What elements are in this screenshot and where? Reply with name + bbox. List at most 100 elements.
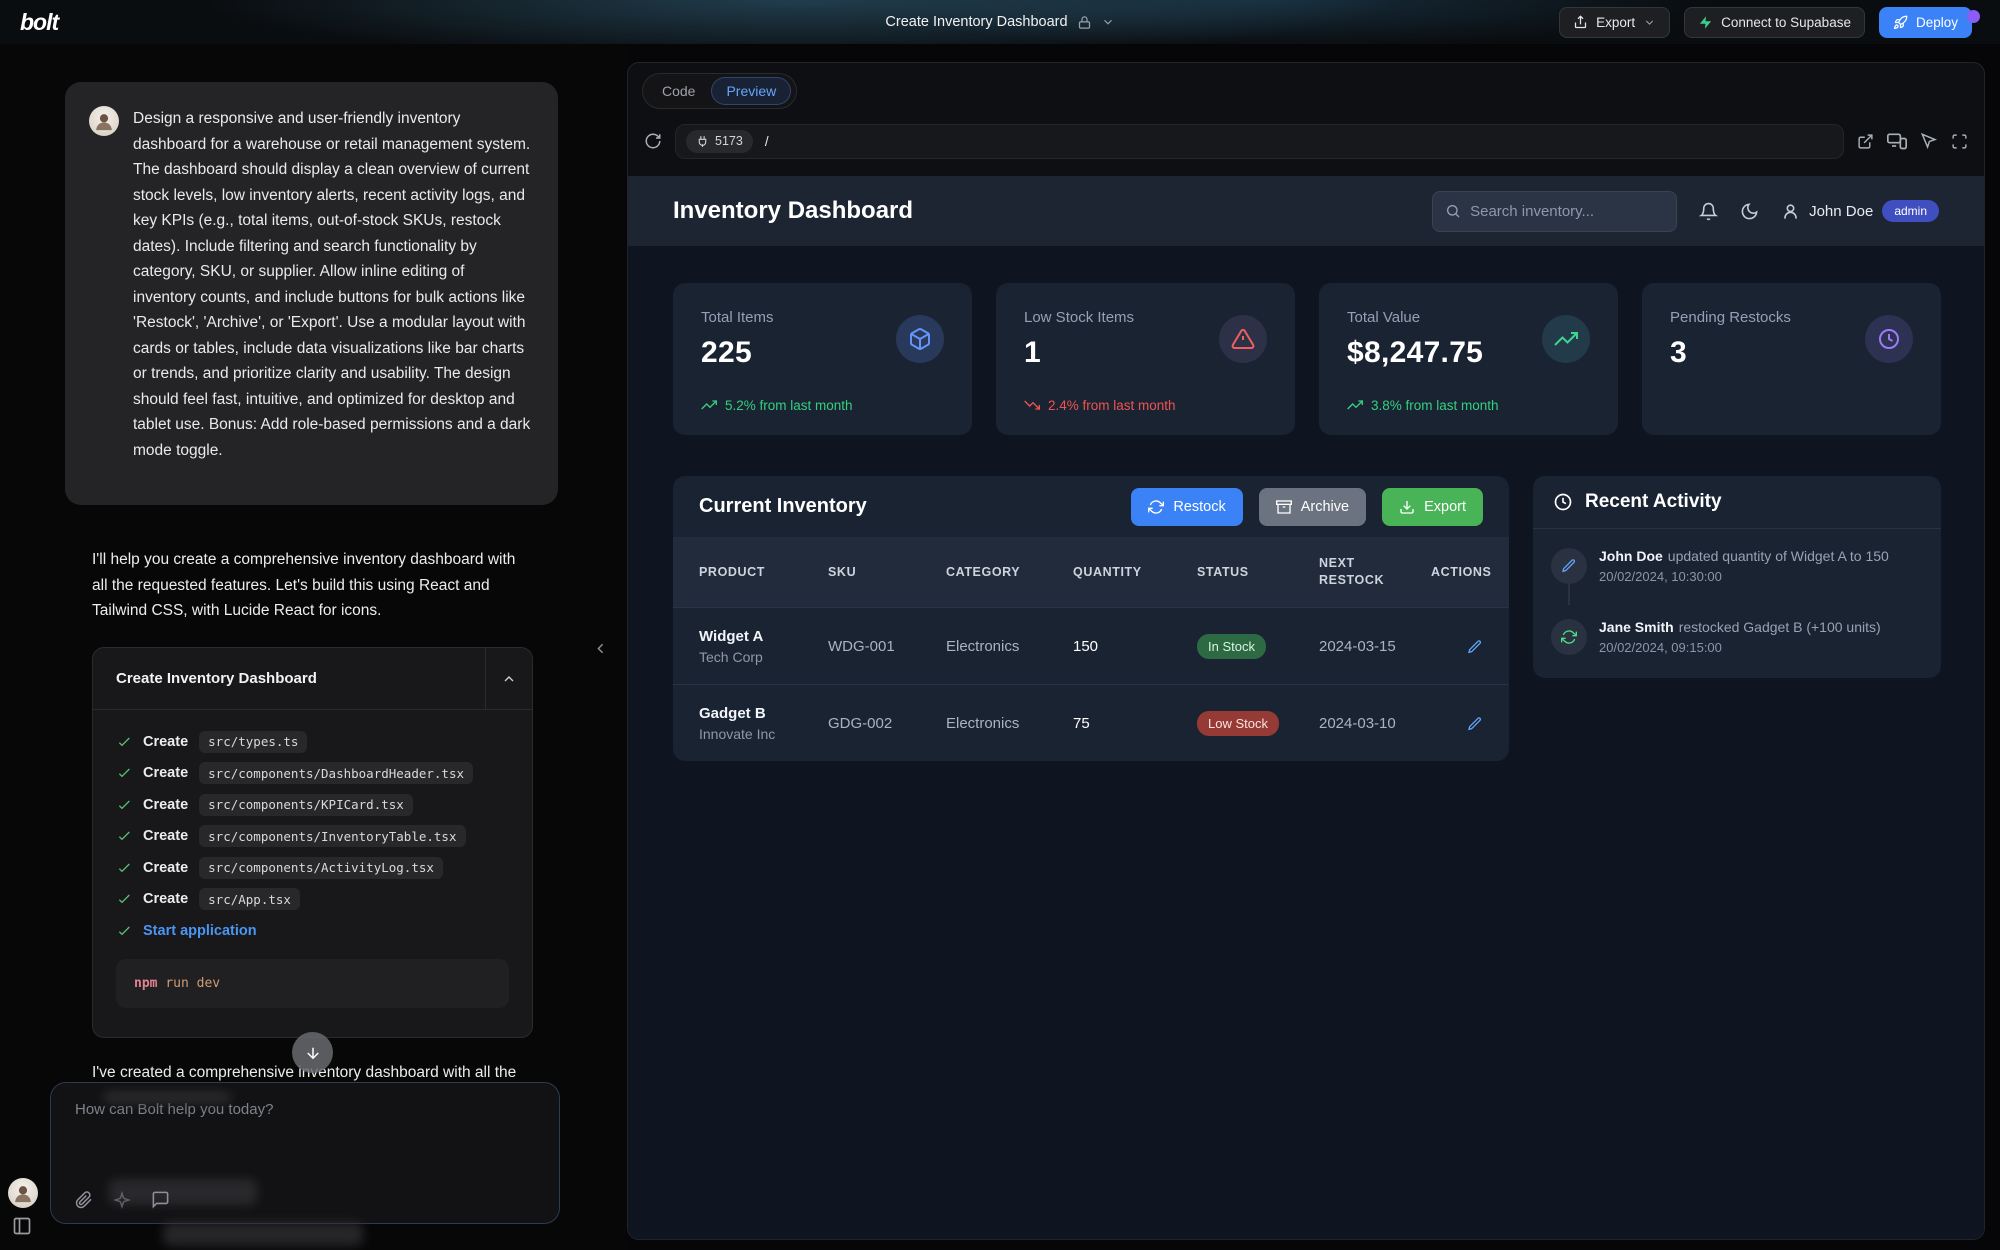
kpi-trend-text: 2.4% from last month (1048, 398, 1176, 413)
terminal-command: npm run dev (116, 959, 509, 1008)
kpi-trend: 5.2% from last month (701, 397, 853, 413)
export-button[interactable]: Export (1559, 7, 1670, 38)
workflow-step: Create src/components/ActivityLog.tsx (93, 852, 532, 884)
message-square-icon[interactable] (151, 1190, 170, 1209)
workflow-step: Create src/components/KPICard.tsx (93, 789, 532, 821)
edit-row-button[interactable] (1431, 714, 1483, 731)
app-preview: Inventory Dashboard John Doe admin (628, 176, 1984, 1239)
step-file-chip[interactable]: src/components/DashboardHeader.tsx (199, 762, 473, 784)
cell-quantity[interactable]: 150 (1073, 638, 1197, 655)
bell-icon[interactable] (1699, 202, 1718, 221)
chat-input[interactable] (75, 1101, 495, 1161)
project-title: Create Inventory Dashboard (885, 14, 1067, 30)
deploy-button[interactable]: Deploy (1879, 7, 1972, 38)
activity-header: Recent Activity (1533, 476, 1941, 529)
col-status: STATUS (1197, 565, 1319, 579)
cell-quantity[interactable]: 75 (1073, 715, 1197, 732)
arrow-down-icon (304, 1044, 322, 1062)
activity-item: John Doe updated quantity of Widget A to… (1551, 548, 1889, 584)
workflow-step: Create src/App.tsx (93, 884, 532, 916)
user-menu[interactable]: John Doe admin (1781, 200, 1939, 222)
kpi-trend-text: 3.8% from last month (1371, 398, 1499, 413)
workflow-steps: Create src/types.ts Create src/component… (93, 710, 532, 1008)
cell-sku: WDG-001 (828, 638, 946, 655)
search-input[interactable] (1470, 203, 1650, 220)
tab-preview[interactable]: Preview (711, 77, 791, 105)
sparkles-icon[interactable] (113, 1191, 131, 1209)
panel-left-icon[interactable] (12, 1216, 32, 1236)
col-sku: SKU (828, 565, 946, 579)
table-row: Widget A Tech Corp WDG-001 Electronics 1… (673, 607, 1509, 684)
step-action: Create (143, 797, 188, 813)
check-icon (116, 891, 132, 907)
user-message-text: Design a responsive and user-friendly in… (133, 106, 531, 463)
lock-icon[interactable] (1077, 15, 1092, 30)
scroll-to-bottom-button[interactable] (292, 1032, 333, 1073)
step-action: Create (143, 828, 188, 844)
reload-icon[interactable] (644, 132, 662, 150)
step-file-chip[interactable]: src/components/InventoryTable.tsx (199, 825, 465, 847)
archive-button[interactable]: Archive (1259, 488, 1366, 526)
cell-next-restock: 2024-03-15 (1319, 638, 1431, 655)
port-number: 5173 (715, 134, 743, 148)
step-file-chip[interactable]: src/components/ActivityLog.tsx (199, 857, 443, 879)
cell-next-restock: 2024-03-10 (1319, 715, 1431, 732)
archive-label: Archive (1301, 499, 1349, 515)
bolt-logo[interactable]: bolt (20, 9, 58, 36)
step-action: Create (143, 765, 188, 781)
package-icon (896, 315, 944, 363)
col-quantity: QUANTITY (1073, 565, 1197, 579)
inventory-search[interactable] (1432, 191, 1677, 232)
start-application-link[interactable]: Start application (143, 923, 257, 939)
workflow-card: Create Inventory Dashboard Create src/ty… (92, 647, 533, 1038)
kpi-total-value: Total Value $8,247.75 3.8% from last mon… (1319, 283, 1618, 435)
user-message: Design a responsive and user-friendly in… (65, 82, 558, 505)
step-file-chip[interactable]: src/types.ts (199, 731, 307, 753)
redacted-blob (103, 1091, 231, 1104)
chat-input-box[interactable] (50, 1082, 560, 1224)
cursor-inspect-icon[interactable] (1920, 132, 1938, 150)
chevron-down-icon[interactable] (1101, 15, 1115, 29)
external-link-icon[interactable] (1857, 133, 1874, 150)
user-name: John Doe (1809, 203, 1873, 220)
kpi-low-stock: Low Stock Items 1 2.4% from last month (996, 283, 1295, 435)
account-avatar[interactable] (8, 1178, 38, 1208)
edit-icon (1467, 639, 1483, 655)
devices-icon[interactable] (1887, 131, 1907, 151)
tab-code[interactable]: Code (648, 78, 709, 104)
export-inventory-button[interactable]: Export (1382, 488, 1483, 526)
search-icon (1445, 203, 1461, 219)
collapse-chat-button[interactable] (592, 640, 609, 658)
col-product: PRODUCT (699, 565, 828, 579)
edit-icon (1467, 716, 1483, 732)
activity-user: Jane Smith (1599, 619, 1674, 635)
status-badge: In Stock (1197, 634, 1266, 659)
step-file-chip[interactable]: src/components/KPICard.tsx (199, 794, 413, 816)
role-badge: admin (1882, 200, 1939, 222)
activity-item: Jane Smith restocked Gadget B (+100 unit… (1551, 619, 1881, 655)
url-bar[interactable]: 5173 / (675, 124, 1844, 159)
activity-title: Recent Activity (1585, 491, 1722, 513)
port-pill[interactable]: 5173 (686, 130, 753, 153)
paperclip-icon[interactable] (75, 1191, 93, 1209)
restock-button[interactable]: Restock (1131, 488, 1242, 526)
moon-icon[interactable] (1740, 202, 1759, 221)
zap-icon (1698, 15, 1713, 30)
download-icon (1399, 499, 1415, 515)
check-icon (116, 828, 132, 844)
edit-row-button[interactable] (1431, 637, 1483, 654)
workflow-step: Create src/components/DashboardHeader.ts… (93, 758, 532, 790)
kpi-pending-restocks: Pending Restocks 3 (1642, 283, 1941, 435)
fullscreen-icon[interactable] (1951, 133, 1968, 150)
topbar-actions: Export Connect to Supabase Deploy (1559, 7, 1972, 38)
check-icon (116, 765, 132, 781)
url-path: / (765, 134, 769, 149)
collapse-workflow-button[interactable] (485, 648, 532, 709)
product-supplier: Innovate Inc (699, 726, 828, 742)
step-file-chip[interactable]: src/App.tsx (199, 888, 300, 910)
trending-up-icon (1347, 397, 1363, 413)
edit-icon (1551, 548, 1587, 584)
trending-up-icon (701, 397, 717, 413)
product-name: Gadget B (699, 705, 828, 722)
connect-supabase-button[interactable]: Connect to Supabase (1684, 7, 1865, 38)
